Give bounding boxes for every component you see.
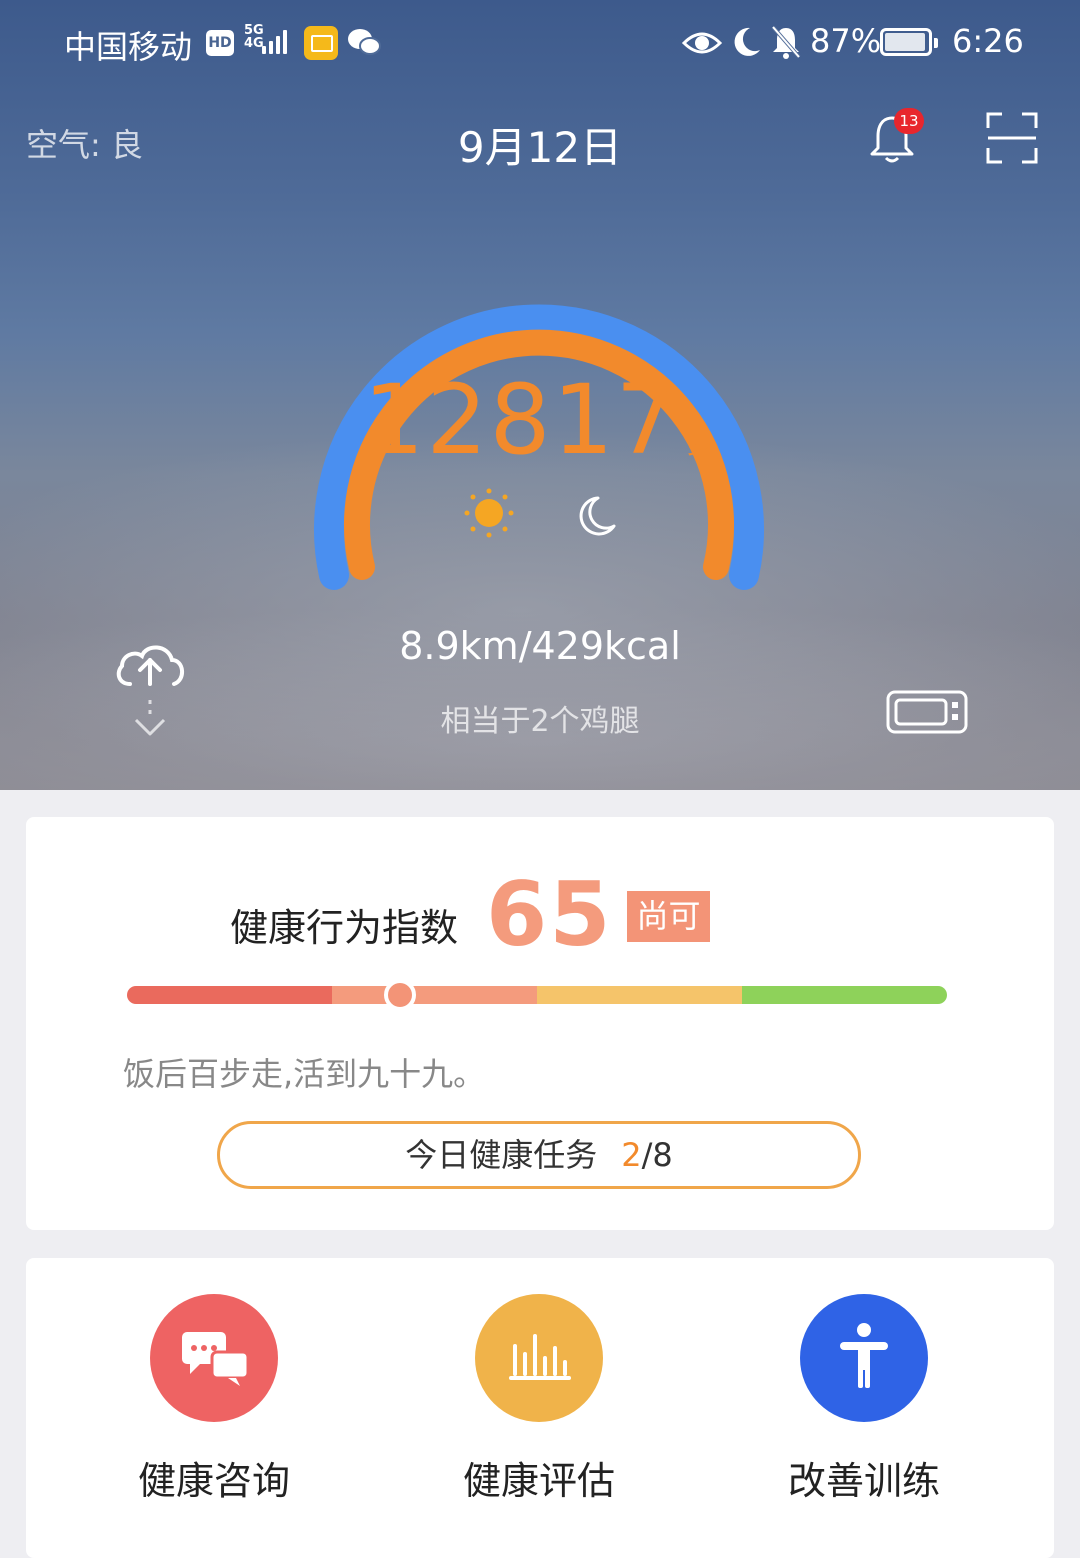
wechat-icon <box>348 29 381 55</box>
device-band-icon[interactable] <box>886 690 968 734</box>
cloud-sync-icon[interactable] <box>112 636 188 740</box>
improvement-training-button[interactable]: 改善训练 <box>714 1294 1014 1505</box>
carrier-name: 中国移动 <box>64 28 193 66</box>
steps-unit: 步 <box>686 427 717 460</box>
message-icon <box>304 26 338 60</box>
health-assessment-button[interactable]: 健康评估 <box>389 1294 689 1505</box>
health-index-scale-bar <box>127 986 947 1004</box>
clock: 6:26 <box>952 22 1024 60</box>
chat-bubbles-icon <box>150 1294 278 1422</box>
function-label: 健康咨询 <box>137 1459 290 1503</box>
moon-icon <box>734 27 760 56</box>
battery-icon <box>880 28 938 56</box>
scale-segment-poor <box>127 986 332 1004</box>
function-shortcuts-card: 健康咨询 健康评估 改善训练 <box>26 1258 1054 1558</box>
bell-off-icon <box>771 25 801 59</box>
scan-icon[interactable] <box>986 112 1038 164</box>
function-label: 健康评估 <box>462 1459 615 1503</box>
network-type: 5G 4G <box>244 23 264 51</box>
bar-chart-icon <box>475 1294 603 1422</box>
daily-task-button[interactable]: 今日健康任务 2/8 <box>217 1121 861 1189</box>
battery-percent: 87% <box>810 22 882 60</box>
health-index-label: 健康行为指数 <box>230 906 459 950</box>
health-index-level-badge: 尚可 <box>627 891 710 942</box>
task-done-count: 2 <box>621 1136 642 1174</box>
eye-icon <box>682 32 722 54</box>
moon-icon[interactable] <box>574 494 618 538</box>
task-total-count: /8 <box>641 1136 673 1174</box>
status-bar: 中国移动 HD 5G 4G 87% 6:26 <box>0 18 1080 68</box>
scale-marker <box>384 979 416 1011</box>
hero-sky-panel: 中国移动 HD 5G 4G 87% 6:26 空气: 良 9月12日 13 12… <box>0 0 1080 790</box>
steps-count: 12817 步 <box>363 364 717 476</box>
health-index-card: 健康行为指数 65 尚可 饭后百步走,活到九十九。 今日健康任务 2/8 <box>26 817 1054 1230</box>
scale-segment-good <box>742 986 947 1004</box>
scale-segment-average <box>537 986 742 1004</box>
sun-icon[interactable] <box>464 488 514 538</box>
scale-segment-fair <box>332 986 537 1004</box>
task-label: 今日健康任务 <box>405 1136 598 1174</box>
person-icon <box>800 1294 928 1422</box>
hd-badge: HD <box>206 30 234 56</box>
health-motto: 饭后百步走,活到九十九。 <box>123 1055 486 1093</box>
function-label: 改善训练 <box>787 1459 940 1503</box>
notification-badge: 13 <box>894 108 924 134</box>
health-index-score: 65 <box>486 863 613 966</box>
health-consult-button[interactable]: 健康咨询 <box>64 1294 364 1505</box>
